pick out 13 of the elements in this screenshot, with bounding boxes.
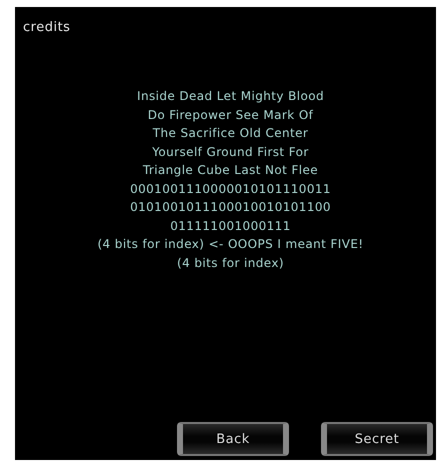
credits-line: Yourself Ground First For xyxy=(152,144,309,160)
credits-line: (4 bits for index) xyxy=(177,254,284,272)
menu-button[interactable]: Secret xyxy=(321,422,433,456)
credits-line: Triangle Cube Last Not Flee xyxy=(142,162,318,179)
credits-line: The Sacrifice Old Center xyxy=(152,125,308,142)
credits-line: Inside Dead Let Mighty Blood xyxy=(137,88,324,105)
credits-line: (4 bits for index) <- OOOPS I meant FIVE! xyxy=(97,236,364,253)
credits-line: Do Firepower See Mark Of xyxy=(148,106,314,124)
credits-line: 0001001110000010101110011 xyxy=(130,180,331,198)
credits-line: 0101001011100010010101100 xyxy=(130,199,331,216)
screen-title: credits xyxy=(22,19,72,35)
menu-button[interactable]: Back xyxy=(177,422,289,456)
credits-line: 011111001000111 xyxy=(170,218,291,234)
